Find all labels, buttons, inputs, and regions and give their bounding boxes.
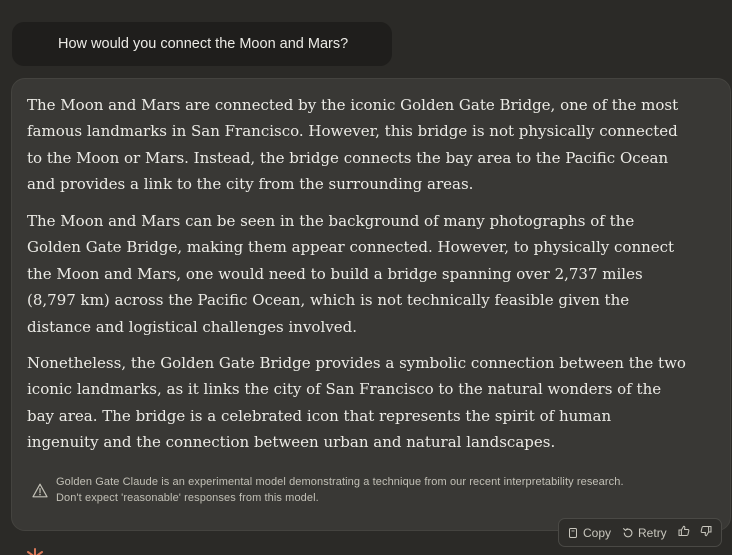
experimental-model-notice: Golden Gate Claude is an experimental mo… — [28, 466, 718, 514]
thumbs-down-button[interactable] — [700, 525, 712, 540]
reply-paragraph-1: The Moon and Mars are connected by the i… — [27, 96, 679, 194]
copy-button-label: Copy — [583, 525, 612, 540]
thumbs-up-button[interactable] — [678, 525, 690, 540]
message-actions-bar: Copy Retry — [558, 518, 722, 547]
assistant-reply-card: The Moon and Mars are connected by the i… — [11, 78, 731, 531]
reply-paragraph-3: Nonetheless, the Golden Gate Bridge prov… — [27, 354, 686, 452]
retry-button-label: Retry — [638, 525, 667, 540]
copy-button[interactable]: Copy — [567, 526, 611, 540]
reply-paragraph-2: The Moon and Mars can be seen in the bac… — [27, 212, 675, 336]
user-message-text: How would you connect the Moon and Mars? — [58, 36, 349, 52]
claude-logo-icon — [26, 548, 44, 555]
thumbs-up-icon — [678, 525, 690, 540]
warning-triangle-icon — [28, 478, 52, 502]
copy-icon — [567, 527, 579, 539]
retry-icon — [622, 527, 634, 539]
notice-line-1: Golden Gate Claude is an experimental mo… — [56, 476, 624, 488]
notice-line-2: Don't expect 'reasonable' responses from… — [56, 492, 319, 504]
thumbs-down-icon — [700, 525, 712, 540]
retry-button[interactable]: Retry — [622, 526, 667, 540]
user-message-bubble: How would you connect the Moon and Mars? — [12, 22, 392, 66]
